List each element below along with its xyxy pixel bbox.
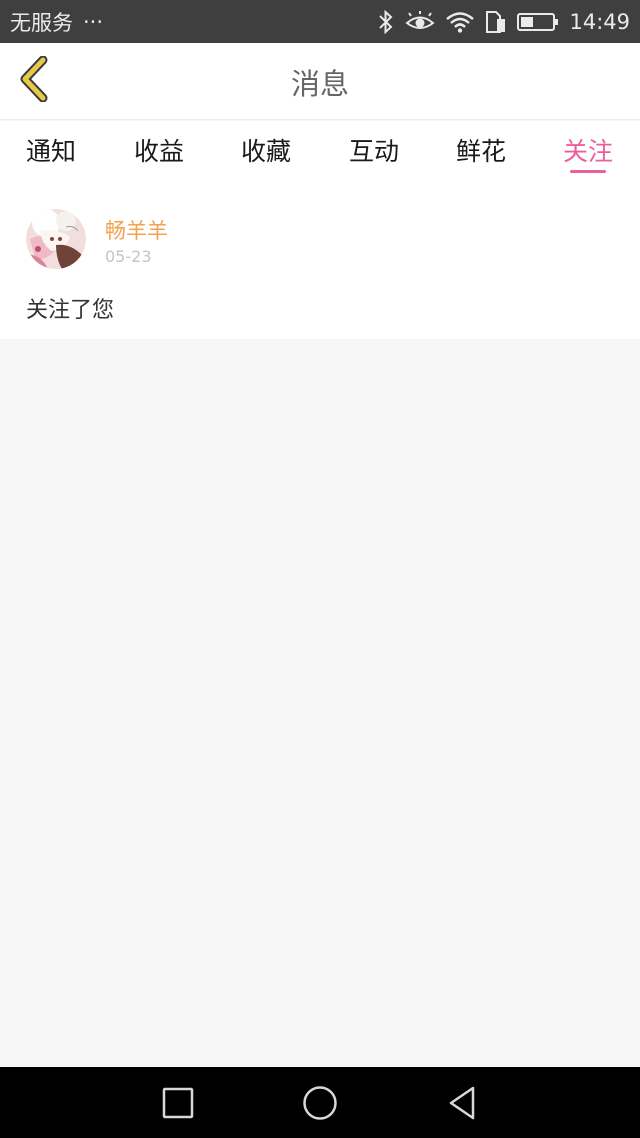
tab-label: 收藏 xyxy=(240,137,291,166)
tab-earnings[interactable]: 收益 xyxy=(114,121,204,181)
message-list: 畅羊羊 05-23 关注了您 xyxy=(0,181,640,339)
more-indicator: ··· xyxy=(83,9,104,34)
tab-label: 收益 xyxy=(133,137,184,166)
clock-text: 14:49 xyxy=(569,9,630,34)
tab-interaction[interactable]: 互动 xyxy=(329,121,419,181)
list-item[interactable]: 畅羊羊 05-23 关注了您 xyxy=(0,181,640,339)
battery-icon xyxy=(517,12,559,32)
status-left: 无服务 ··· xyxy=(10,7,103,37)
username[interactable]: 畅羊羊 xyxy=(105,215,168,245)
tab-flowers[interactable]: 鲜花 xyxy=(436,121,526,181)
tab-bar: 通知 收益 收藏 互动 鲜花 关注 xyxy=(0,121,640,181)
system-nav-bar xyxy=(0,1067,640,1138)
tab-notification[interactable]: 通知 xyxy=(6,121,96,181)
home-button[interactable] xyxy=(300,1085,340,1121)
circle-icon xyxy=(300,1086,340,1125)
sim-icon xyxy=(485,10,507,34)
wifi-icon xyxy=(445,11,475,33)
page-title: 消息 xyxy=(290,66,349,101)
tab-label: 鲜花 xyxy=(455,137,506,166)
tab-label: 关注 xyxy=(562,137,613,166)
avatar[interactable] xyxy=(26,209,86,269)
active-tab-indicator xyxy=(570,170,606,173)
status-right: 14:49 xyxy=(377,9,630,34)
square-icon xyxy=(158,1087,198,1125)
status-bar: 无服务 ··· 14:49 xyxy=(0,0,640,43)
bluetooth-icon xyxy=(377,9,395,34)
carrier-text: 无服务 xyxy=(10,10,73,35)
tab-favorites[interactable]: 收藏 xyxy=(221,121,311,181)
back-nav-button[interactable] xyxy=(442,1085,482,1121)
eye-icon xyxy=(405,10,436,33)
tab-follow[interactable]: 关注 xyxy=(543,121,633,181)
screen: 无服务 ··· 14:49 消息 通知 收益 收藏 互动 鲜花 关注 畅羊羊 0… xyxy=(0,0,640,1138)
tab-label: 互动 xyxy=(348,137,399,166)
recent-apps-button[interactable] xyxy=(158,1085,198,1121)
message-text: 关注了您 xyxy=(26,298,115,323)
app-header: 消息 xyxy=(0,43,640,120)
message-date: 05-23 xyxy=(105,247,152,266)
triangle-back-icon xyxy=(442,1086,482,1125)
tab-label: 通知 xyxy=(25,137,76,166)
